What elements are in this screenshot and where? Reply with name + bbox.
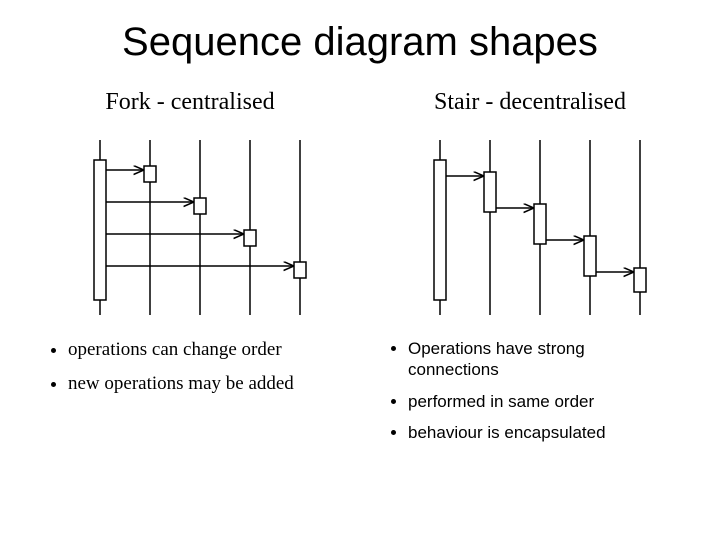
right-subtitle: Stair - decentralised xyxy=(380,89,680,116)
left-bullets: operations can change order new operatio… xyxy=(40,338,340,396)
slide: Sequence diagram shapes Fork - centralis… xyxy=(0,0,720,473)
list-item: Operations have strong connections xyxy=(408,338,680,381)
list-item: operations can change order xyxy=(68,338,340,362)
right-bullets: Operations have strong connections perfo… xyxy=(380,338,680,443)
list-item: performed in same order xyxy=(408,391,680,412)
left-column: Fork - centralised xyxy=(40,89,340,453)
list-item: behaviour is encapsulated xyxy=(408,422,680,443)
columns: Fork - centralised xyxy=(40,89,680,453)
list-item: new operations may be added xyxy=(68,372,340,396)
fork-diagram xyxy=(60,130,320,320)
page-title: Sequence diagram shapes xyxy=(40,20,680,65)
right-column: Stair - decentralised xyxy=(380,89,680,453)
left-subtitle: Fork - centralised xyxy=(40,89,340,116)
stair-diagram xyxy=(400,130,660,320)
